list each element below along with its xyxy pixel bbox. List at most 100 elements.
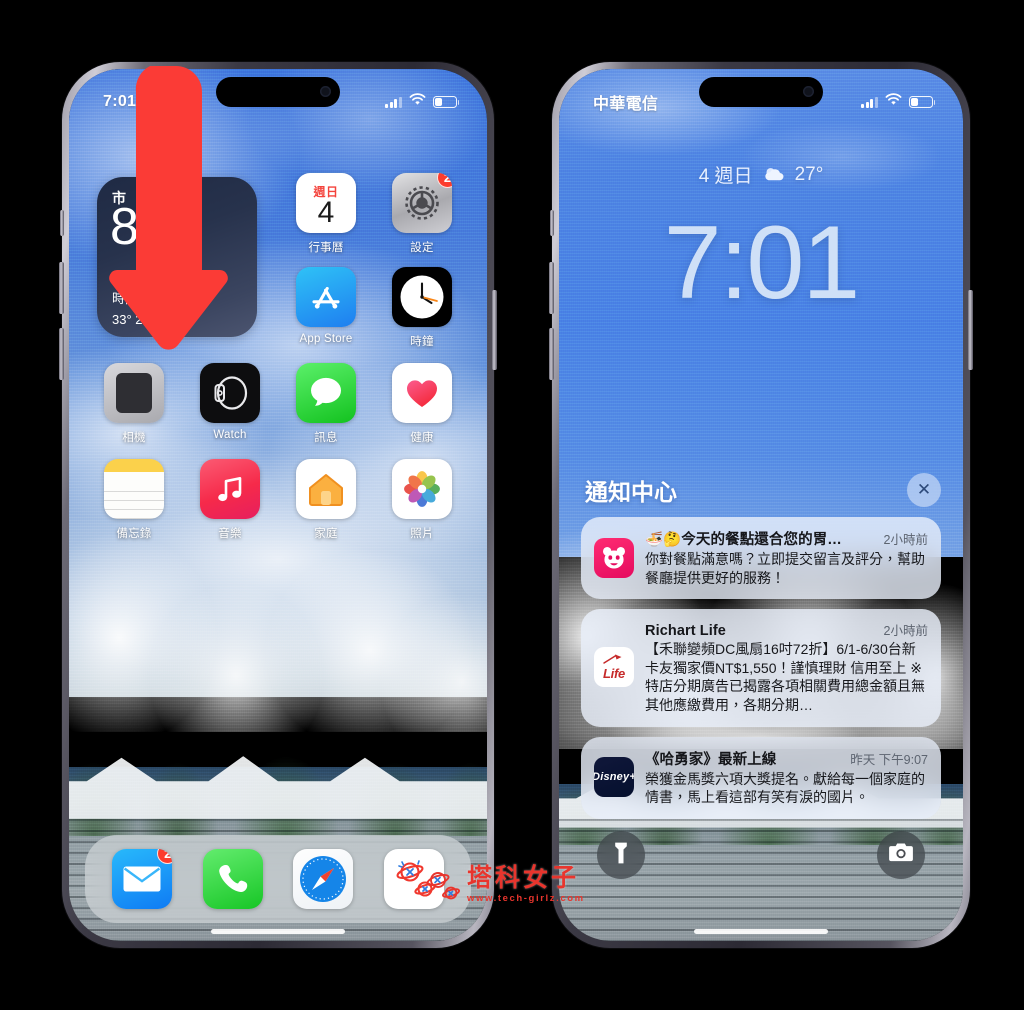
calendar-day: 4 [317, 195, 335, 229]
signal-bars-icon [861, 96, 878, 108]
app-label: App Store [299, 333, 353, 345]
notification-item[interactable]: 🍜🤔今天的餐點還合您的胃… 2小時前 你對餐點滿意嗎？立即提交留言及評分，幫助餐… [581, 517, 941, 600]
richart-life-icon: Life [594, 647, 634, 688]
notification-title: 《哈勇家》最新上線 [645, 751, 777, 768]
notification-list: 🍜🤔今天的餐點還合您的胃… 2小時前 你對餐點滿意嗎？立即提交留言及評分，幫助餐… [581, 517, 941, 819]
app-label: 音樂 [218, 528, 242, 540]
clock-icon[interactable] [392, 267, 452, 327]
app-calendar[interactable]: 週日 4 行事曆 [281, 173, 371, 255]
health-heart-icon[interactable] [392, 363, 452, 423]
app-label: 行事曆 [308, 242, 344, 254]
app-music[interactable]: 音樂 [185, 459, 275, 541]
camera-icon[interactable] [104, 363, 164, 423]
lock-screen-content: 4 週日 27° 7:01 通知中心 ✕ 🍜🤔今天的餐點還合您的胃… 2小時前 … [559, 69, 963, 941]
iphone-left-device: 7:01 市 8° 時陰 33° 26° 週日 4 行事曆 2 設定 App S… [59, 62, 497, 948]
app-clock[interactable]: 時鐘 [377, 267, 467, 349]
notes-icon[interactable] [104, 459, 164, 519]
site-watermark: 塔科女子 www.tech-girlz.com [422, 866, 585, 904]
app-label: 相機 [122, 432, 146, 444]
app-settings[interactable]: 2 設定 [377, 173, 467, 255]
calendar-icon[interactable]: 週日 4 [296, 173, 356, 233]
notification-title: Richart Life [645, 623, 726, 640]
notification-center-header: 通知中心 ✕ [585, 473, 941, 507]
lock-screen: 中華電信 4 週日 27° 7:01 通知中心 ✕ 🍜🤔今天的餐點還合您的胃… … [559, 69, 963, 941]
silent-switch[interactable] [60, 210, 64, 236]
camera-button[interactable] [877, 831, 925, 879]
volume-down-button[interactable] [549, 328, 554, 380]
home-indicator[interactable] [211, 929, 345, 934]
safari-compass-icon[interactable] [293, 849, 354, 909]
camera-icon [888, 842, 914, 868]
lock-time: 7:01 [663, 205, 860, 321]
app-row-2: App Store 時鐘 [89, 267, 467, 349]
screenshot-stage: 7:01 市 8° 時陰 33° 26° 週日 4 行事曆 2 設定 App S… [0, 0, 1024, 1010]
notification-body: 你對餐點滿意嗎？立即提交留言及評分，幫助餐廳提供更好的服務！ [645, 551, 925, 586]
app-app-store[interactable]: App Store [281, 267, 371, 349]
app-store-icon[interactable] [296, 267, 356, 327]
mail-envelope-icon[interactable]: 2 [112, 849, 173, 909]
flashlight-icon [613, 841, 629, 870]
disney-plus-wordmark: Disney+ [594, 771, 634, 784]
home-indicator[interactable] [694, 929, 828, 934]
notification-body: 【禾聯變頻DC風扇16吋72折】6/1-6/30台新卡友獨家價NT$1,550！… [645, 641, 925, 714]
power-button[interactable] [968, 290, 973, 370]
widget-spacer-d [185, 267, 275, 349]
dynamic-island [216, 77, 340, 107]
home-screen: 7:01 市 8° 時陰 33° 26° 週日 4 行事曆 2 設定 App S… [69, 69, 487, 941]
notification-time: 2小時前 [883, 533, 928, 547]
notification-item[interactable]: Life Richart Life 2小時前 【禾聯變頻DC風扇16吋72折】6… [581, 609, 941, 727]
carrier-name: 中華電信 [593, 96, 659, 113]
messages-icon[interactable] [296, 363, 356, 423]
notification-time: 昨天 下午9:07 [850, 752, 928, 767]
app-photos[interactable]: 照片 [377, 459, 467, 541]
app-row-3: 相機 Watch 訊息 健康 [89, 363, 467, 445]
app-camera[interactable]: 相機 [89, 363, 179, 445]
flashlight-button[interactable] [597, 831, 645, 879]
home-house-icon[interactable] [296, 459, 356, 519]
notification-body: 榮獲金馬獎六項大獎提名。獻給每一個家庭的情書，馬上看這部有笑有淚的國片。 [645, 770, 925, 806]
photos-flower-icon[interactable] [392, 459, 452, 519]
notification-title: 🍜🤔今天的餐點還合您的胃… [645, 532, 842, 548]
app-label: 健康 [410, 432, 434, 444]
app-health[interactable]: 健康 [377, 363, 467, 445]
dynamic-island [699, 77, 823, 107]
close-icon[interactable]: ✕ [907, 473, 941, 507]
settings-gear-icon[interactable]: 2 [392, 173, 452, 233]
watermark-brand: 塔科女子 [467, 864, 580, 892]
richart-life-wordmark: Life [603, 666, 625, 682]
app-grid: 週日 4 行事曆 2 設定 App Store 時鐘 相機 Watch 訊息 健… [89, 173, 467, 541]
lock-date-text: 4 週日 [698, 166, 753, 187]
volume-down-button[interactable] [59, 328, 64, 380]
tech-girlz-planet-icon [422, 868, 462, 902]
app-label: 訊息 [314, 432, 338, 444]
battery-icon [909, 96, 936, 108]
phone-handset-icon[interactable] [202, 849, 263, 909]
app-label: 照片 [410, 528, 434, 540]
widget-spacer-c [89, 267, 179, 349]
notification-item[interactable]: Disney+ 《哈勇家》最新上線 昨天 下午9:07 榮獲金馬獎六項大獎提名。… [581, 736, 941, 819]
app-row-4: 備忘錄 音樂 家庭 照片 [89, 459, 467, 541]
app-notes[interactable]: 備忘錄 [89, 459, 179, 541]
power-button[interactable] [492, 290, 497, 370]
battery-icon [433, 96, 460, 108]
apple-watch-icon[interactable] [200, 363, 260, 423]
home-screen-content: 市 8° 時陰 33° 26° 週日 4 行事曆 2 設定 App Store … [69, 69, 487, 941]
app-label: Watch [213, 429, 247, 441]
music-note-icon[interactable] [200, 459, 260, 519]
app-home[interactable]: 家庭 [281, 459, 371, 541]
iphone-right-device: 中華電信 4 週日 27° 7:01 通知中心 ✕ 🍜🤔今天的餐點還合您的胃… … [549, 62, 973, 948]
app-label: 備忘錄 [116, 528, 152, 540]
app-label: 家庭 [314, 528, 338, 540]
volume-up-button[interactable] [549, 262, 554, 314]
foodpanda-icon [594, 537, 634, 578]
silent-switch[interactable] [550, 210, 554, 236]
app-label: 時鐘 [410, 336, 434, 348]
app-row-1: 週日 4 行事曆 2 設定 [89, 173, 467, 255]
volume-up-button[interactable] [59, 262, 64, 314]
mail-badge: 2 [157, 849, 173, 864]
app-watch[interactable]: Watch [185, 363, 275, 445]
notification-center-title: 通知中心 [585, 479, 677, 505]
app-messages[interactable]: 訊息 [281, 363, 371, 445]
lock-action-buttons [559, 831, 963, 879]
partly-cloudy-icon [762, 166, 786, 183]
